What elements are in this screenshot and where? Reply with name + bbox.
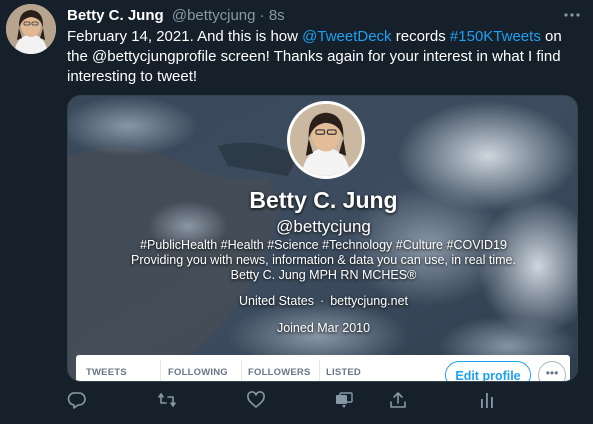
more-icon[interactable] (563, 8, 581, 22)
profile-website: bettycjung.net (330, 294, 409, 308)
author-name[interactable]: Betty C. Jung (67, 7, 164, 24)
tweet-actions (0, 390, 593, 412)
profile-joined-date: Joined Mar 2010 (276, 321, 371, 335)
profile-photo (287, 101, 365, 179)
mention-link[interactable]: @TweetDeck (302, 28, 391, 45)
retweet-icon[interactable] (157, 390, 177, 410)
tweet-text-part1: February 14, 2021. And this is how (67, 28, 303, 45)
analytics-icon[interactable] (477, 390, 497, 410)
profile-bio: #PublicHealth #Health #Science #Technolo… (88, 238, 559, 283)
tweet[interactable]: Betty C. Jung @bettycjung · 8s February … (0, 0, 593, 424)
profile-name: Betty C. Jung (249, 187, 398, 213)
profile-location: United States (238, 294, 315, 308)
share-icon[interactable] (388, 390, 408, 410)
stat-divider (319, 360, 320, 381)
tweet-media-image[interactable]: Betty C. Jung @bettycjung #PublicHealth … (67, 95, 578, 382)
author-avatar[interactable] (6, 4, 56, 54)
tweetdeck-icon[interactable] (334, 390, 354, 410)
edit-profile-button: Edit profile (445, 361, 531, 381)
stat-followers: FOLLOWERS (248, 367, 311, 378)
reply-icon[interactable] (67, 390, 87, 410)
meta-separator: · (320, 294, 325, 308)
heart-icon[interactable] (246, 390, 266, 410)
profile-more-button: ••• (538, 361, 566, 381)
bio-line-1: #PublicHealth #Health #Science #Technolo… (140, 238, 507, 252)
tweet-timestamp[interactable]: 8s (269, 7, 285, 24)
stat-following: FOLLOWING (168, 367, 228, 378)
stat-divider (160, 360, 161, 381)
hashtag-link[interactable]: #150KTweets (450, 28, 541, 45)
stat-tweets: TWEETS (86, 367, 127, 378)
profile-stats-bar: TWEETS FOLLOWING FOLLOWERS LISTED Edit p… (76, 355, 570, 381)
profile-handle: @bettycjung (276, 217, 371, 236)
stat-listed: LISTED (326, 367, 361, 378)
header-separator: · (259, 7, 265, 24)
stat-divider (241, 360, 242, 381)
author-handle[interactable]: @bettycjung (172, 7, 256, 24)
tweet-text-part2: records (391, 28, 450, 45)
tweet-header: Betty C. Jung @bettycjung · 8s (67, 7, 285, 25)
bio-line-2: Providing you with news, information & d… (131, 253, 516, 267)
bio-line-3: Betty C. Jung MPH RN MCHES® (230, 268, 417, 282)
profile-meta: United States · bettycjung.net (68, 294, 577, 308)
tweet-text: February 14, 2021. And this is how @Twee… (67, 27, 572, 87)
